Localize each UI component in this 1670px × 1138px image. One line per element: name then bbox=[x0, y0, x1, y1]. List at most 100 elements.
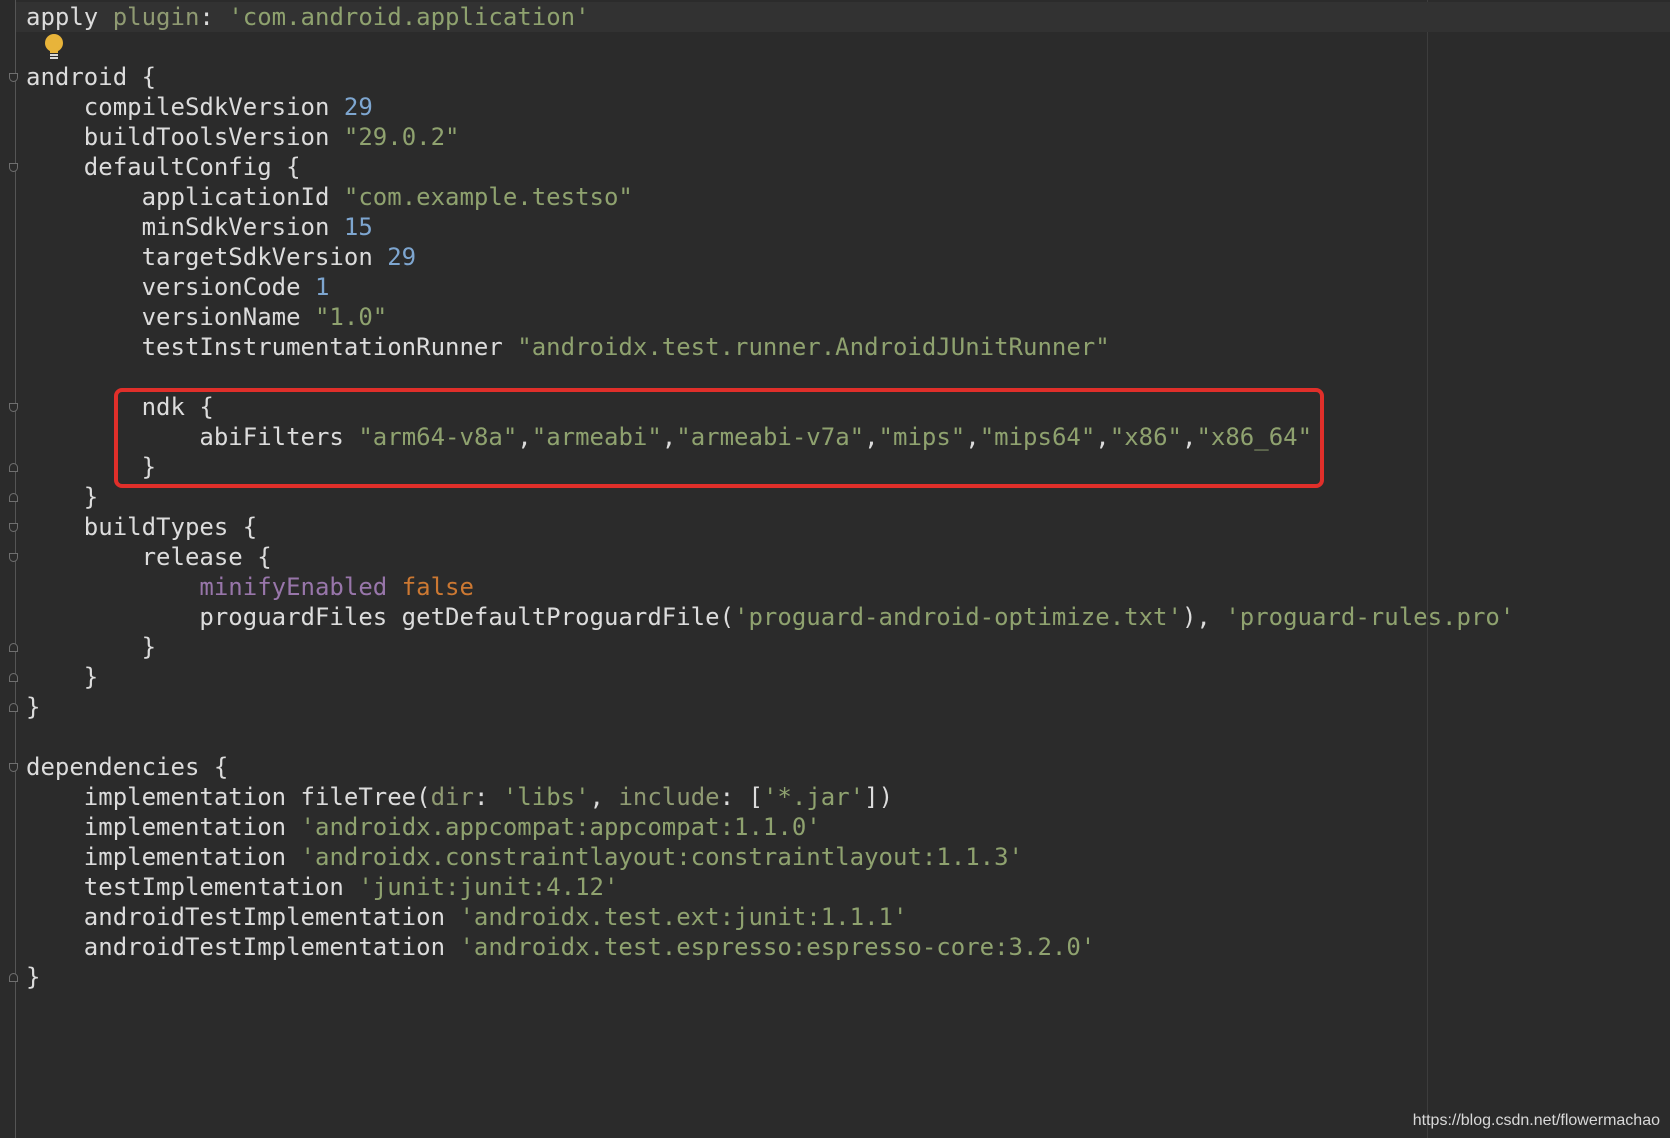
watermark-url: https://blog.csdn.net/flowermachao bbox=[1412, 1112, 1660, 1129]
code-line[interactable]: testInstrumentationRunner "androidx.test… bbox=[26, 332, 1514, 362]
code-token: implementation bbox=[26, 843, 301, 871]
code-token: implementation fileTree( bbox=[26, 783, 431, 811]
code-token: ]) bbox=[864, 783, 894, 811]
code-token: testImplementation bbox=[26, 873, 359, 901]
ndk-highlight-box bbox=[114, 388, 1324, 488]
fold-end-icon[interactable] bbox=[9, 673, 18, 682]
code-lines[interactable]: apply plugin: 'com.android.application'​… bbox=[26, 2, 1514, 992]
code-token: 'androidx.appcompat:appcompat:1.1.0' bbox=[300, 813, 821, 841]
code-token: minSdkVersion bbox=[26, 213, 344, 241]
code-token: versionCode bbox=[26, 273, 315, 301]
code-line[interactable]: versionCode 1 bbox=[26, 272, 1514, 302]
code-line[interactable]: implementation 'androidx.appcompat:appco… bbox=[26, 812, 1514, 842]
code-editor[interactable]: apply plugin: 'com.android.application'​… bbox=[0, 0, 1670, 1138]
code-line[interactable]: ​ bbox=[26, 32, 1514, 62]
code-token: } bbox=[26, 663, 99, 691]
fold-end-icon[interactable] bbox=[9, 463, 18, 472]
code-token: minifyEnabled bbox=[199, 573, 402, 601]
code-token: 'com.android.application' bbox=[228, 3, 590, 31]
code-line[interactable]: android { bbox=[26, 62, 1514, 92]
code-line[interactable]: implementation fileTree(dir: 'libs', inc… bbox=[26, 782, 1514, 812]
code-line[interactable]: proguardFiles getDefaultProguardFile('pr… bbox=[26, 602, 1514, 632]
code-line[interactable]: androidTestImplementation 'androidx.test… bbox=[26, 932, 1514, 962]
code-token: testInstrumentationRunner bbox=[26, 333, 518, 361]
code-line[interactable]: release { bbox=[26, 542, 1514, 572]
fold-end-icon[interactable] bbox=[9, 703, 18, 712]
code-token: include bbox=[618, 783, 720, 811]
code-token: "1.0" bbox=[314, 303, 388, 331]
code-token: ), bbox=[1181, 603, 1226, 631]
code-token: : bbox=[199, 3, 229, 31]
code-token: } bbox=[26, 633, 157, 661]
code-line[interactable]: applicationId "com.example.testso" bbox=[26, 182, 1514, 212]
code-token: } bbox=[26, 693, 41, 721]
fold-collapse-icon[interactable] bbox=[9, 553, 18, 562]
code-token: compileSdkVersion bbox=[26, 93, 344, 121]
fold-collapse-icon[interactable] bbox=[9, 523, 18, 532]
code-token: 29 bbox=[343, 93, 373, 121]
code-token: } bbox=[26, 963, 41, 991]
code-line[interactable]: } bbox=[26, 692, 1514, 722]
code-token: androidTestImplementation bbox=[26, 933, 460, 961]
code-token: dependencies { bbox=[26, 753, 229, 781]
code-token: buildTypes { bbox=[26, 513, 258, 541]
code-line[interactable]: minSdkVersion 15 bbox=[26, 212, 1514, 242]
code-token: release { bbox=[26, 543, 272, 571]
code-line[interactable]: compileSdkVersion 29 bbox=[26, 92, 1514, 122]
code-token: 1 bbox=[314, 273, 330, 301]
code-line[interactable]: targetSdkVersion 29 bbox=[26, 242, 1514, 272]
code-token: targetSdkVersion bbox=[26, 243, 388, 271]
code-line[interactable]: defaultConfig { bbox=[26, 152, 1514, 182]
code-token: : [ bbox=[719, 783, 763, 811]
code-token: defaultConfig { bbox=[26, 153, 301, 181]
code-token: implementation bbox=[26, 813, 301, 841]
fold-collapse-icon[interactable] bbox=[9, 403, 18, 412]
code-line[interactable]: dependencies { bbox=[26, 752, 1514, 782]
code-token: 'proguard-android-optimize.txt' bbox=[734, 603, 1182, 631]
code-token: false bbox=[401, 573, 474, 601]
fold-collapse-icon[interactable] bbox=[9, 73, 18, 82]
code-token: : bbox=[473, 783, 503, 811]
code-token: , bbox=[589, 783, 619, 811]
code-token: 'androidx.test.espresso:espresso-core:3.… bbox=[459, 933, 1096, 961]
code-token: plugin bbox=[112, 3, 200, 31]
code-line[interactable]: minifyEnabled false bbox=[26, 572, 1514, 602]
code-token: apply bbox=[26, 3, 113, 31]
code-line[interactable]: implementation 'androidx.constraintlayou… bbox=[26, 842, 1514, 872]
code-token: androidTestImplementation bbox=[26, 903, 460, 931]
code-token: 'libs' bbox=[502, 783, 590, 811]
code-token: 29 bbox=[387, 243, 417, 271]
code-line[interactable]: } bbox=[26, 962, 1514, 992]
code-line[interactable]: versionName "1.0" bbox=[26, 302, 1514, 332]
code-line[interactable]: buildToolsVersion "29.0.2" bbox=[26, 122, 1514, 152]
code-token: 'proguard-rules.pro' bbox=[1225, 603, 1515, 631]
code-line[interactable]: ​ bbox=[26, 722, 1514, 752]
code-token: } bbox=[26, 483, 99, 511]
code-token: "29.0.2" bbox=[343, 123, 460, 151]
fold-collapse-icon[interactable] bbox=[9, 763, 18, 772]
code-token: 'junit:junit:4.12' bbox=[358, 873, 619, 901]
fold-end-icon[interactable] bbox=[9, 973, 18, 982]
code-token: proguardFiles getDefaultProguardFile( bbox=[26, 603, 735, 631]
code-token: "com.example.testso" bbox=[343, 183, 633, 211]
code-token: android { bbox=[26, 63, 157, 91]
code-line[interactable]: } bbox=[26, 632, 1514, 662]
code-token: 'androidx.constraintlayout:constraintlay… bbox=[300, 843, 1024, 871]
code-line[interactable]: } bbox=[26, 662, 1514, 692]
code-token: 15 bbox=[343, 213, 373, 241]
code-line[interactable]: buildTypes { bbox=[26, 512, 1514, 542]
fold-end-icon[interactable] bbox=[9, 493, 18, 502]
code-line[interactable]: testImplementation 'junit:junit:4.12' bbox=[26, 872, 1514, 902]
code-token: '*.jar' bbox=[762, 783, 865, 811]
fold-end-icon[interactable] bbox=[9, 643, 18, 652]
fold-collapse-icon[interactable] bbox=[9, 163, 18, 172]
code-token: 'androidx.test.ext:junit:1.1.1' bbox=[459, 903, 908, 931]
code-line[interactable]: apply plugin: 'com.android.application' bbox=[26, 2, 1514, 32]
code-token: dir bbox=[430, 783, 474, 811]
code-token: buildToolsVersion bbox=[26, 123, 344, 151]
code-token: "androidx.test.runner.AndroidJUnitRunner… bbox=[517, 333, 1110, 361]
code-token: versionName bbox=[26, 303, 315, 331]
code-line[interactable]: androidTestImplementation 'androidx.test… bbox=[26, 902, 1514, 932]
code-token: applicationId bbox=[26, 183, 344, 211]
